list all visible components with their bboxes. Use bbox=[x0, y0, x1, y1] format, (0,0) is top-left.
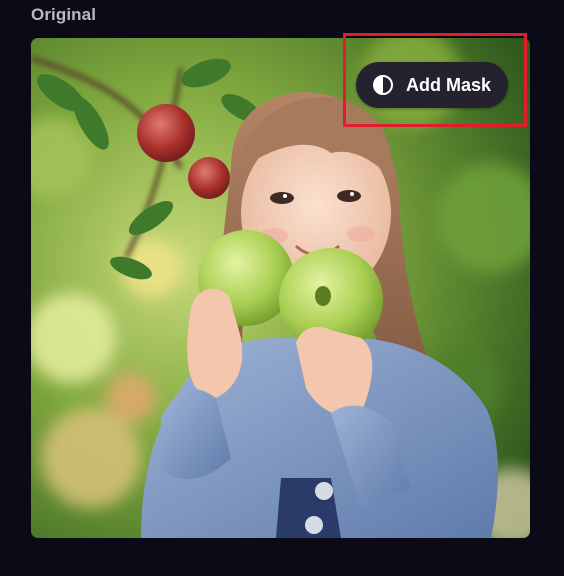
section-title: Original bbox=[31, 5, 97, 24]
original-image-panel: Original Add Mask bbox=[0, 0, 564, 576]
contrast-half-circle-icon bbox=[372, 74, 394, 96]
original-image[interactable] bbox=[31, 38, 530, 538]
photo-illustration bbox=[31, 38, 530, 538]
add-mask-button[interactable]: Add Mask bbox=[356, 62, 508, 108]
add-mask-label: Add Mask bbox=[406, 74, 492, 95]
